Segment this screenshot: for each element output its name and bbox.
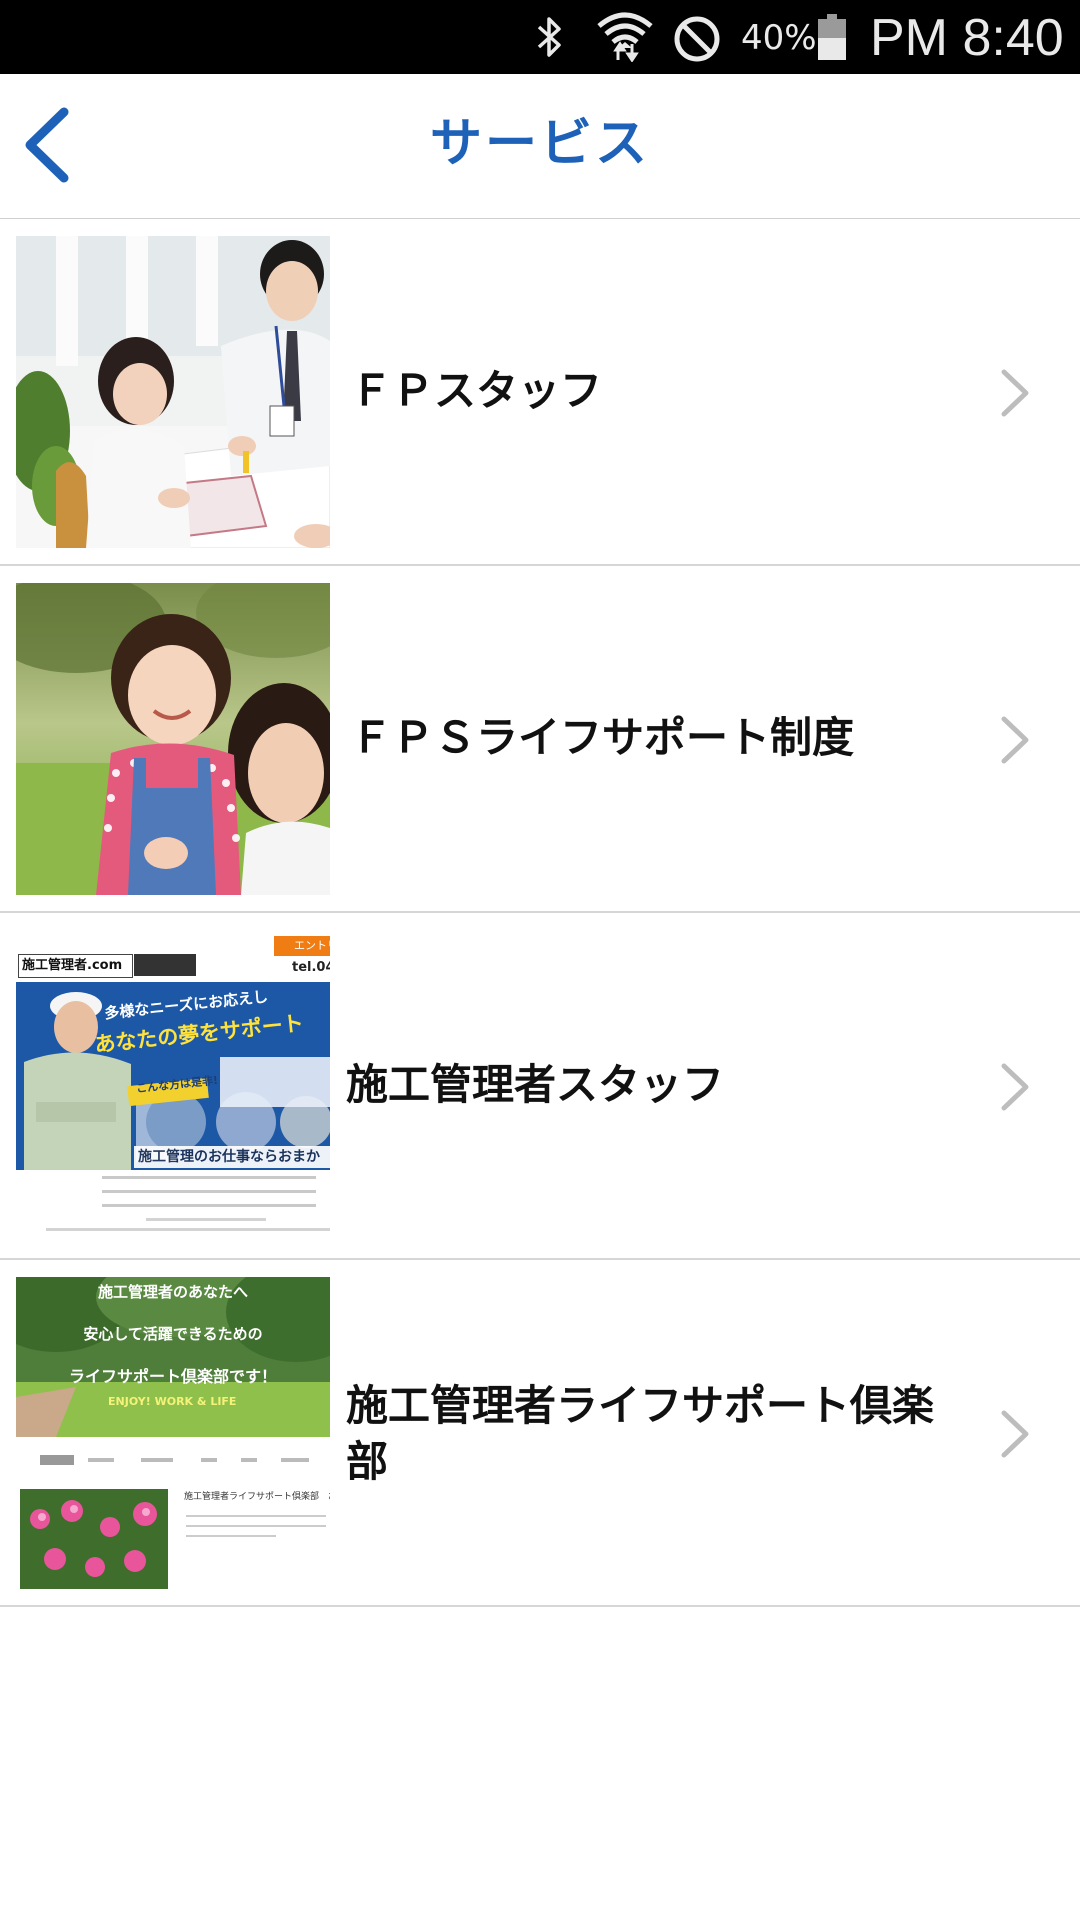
list-item-label: 施工管理者スタッフ	[346, 1060, 725, 1109]
thumb-banner: 多様なニーズにお応えし あなたの夢をサポート こんな方は是非! 施工管理のお仕事…	[16, 982, 330, 1170]
navigation-bar: サービス	[0, 74, 1080, 220]
list-item-fp-staff[interactable]: ＦＰスタッフ	[0, 219, 1080, 566]
bluetooth-icon	[537, 17, 561, 57]
list-item-label: 施工管理者ライフサポート倶楽部	[346, 1381, 935, 1486]
wifi-icon	[597, 12, 653, 62]
list-item-fps-life-support[interactable]: ＦＰＳライフサポート制度	[0, 566, 1080, 913]
chevron-right-icon	[1001, 716, 1029, 764]
thumbnail-staff-meeting	[16, 236, 330, 548]
thumb-notice: 施工管理者ライフサポート倶楽部 お知らせ	[184, 1492, 330, 1502]
thumbnail-recruit-site: 施工管理者.com エントリ tel.04 多様なニーズにお応えし あなたの夢を…	[16, 930, 330, 1242]
thumb-hero: 施工管理者のあなたへ 安心して活躍できるための ライフサポート倶楽部です！ EN…	[16, 1277, 330, 1437]
thumb-tel: tel.04	[292, 960, 330, 975]
thumbnail-club-site: 施工管理者のあなたへ 安心して活躍できるための ライフサポート倶楽部です！ EN…	[16, 1277, 330, 1589]
thumb-url-box	[134, 954, 196, 976]
thumb-slogan: ENJOY! WORK & LIFE	[108, 1395, 237, 1408]
list-item-construction-staff[interactable]: 施工管理者.com エントリ tel.04 多様なニーズにお応えし あなたの夢を…	[0, 913, 1080, 1260]
thumb-line-1: 施工管理者のあなたへ	[97, 1283, 248, 1301]
thumbnail-mother-child	[16, 583, 330, 895]
list-item-life-support-club[interactable]: 施工管理者のあなたへ 安心して活躍できるための ライフサポート倶楽部です！ EN…	[0, 1260, 1080, 1607]
chevron-right-icon	[1001, 1063, 1029, 1111]
list-item-label: ＦＰＳライフサポート制度	[350, 713, 855, 762]
battery-percent: 40%	[741, 18, 817, 58]
chevron-right-icon	[1001, 369, 1029, 417]
page-title: サービス	[429, 114, 650, 174]
list-item-label: ＦＰスタッフ	[350, 366, 603, 415]
thumb-line-2: 安心して活躍できるための	[83, 1325, 263, 1343]
do-not-disturb-icon	[674, 16, 720, 62]
chevron-right-icon	[1001, 1410, 1029, 1458]
thumb-line-3: ライフサポート倶楽部です！	[68, 1367, 277, 1386]
thumb-entry: エントリ	[274, 936, 330, 956]
thumb-site-name: 施工管理者.com	[18, 954, 133, 978]
battery-icon	[818, 14, 846, 60]
status-bar: 40% PM 8:40	[0, 0, 1080, 74]
thumb-footer: 施工管理のお仕事ならおまか	[134, 1146, 330, 1168]
clock: PM 8:40	[870, 9, 1064, 67]
